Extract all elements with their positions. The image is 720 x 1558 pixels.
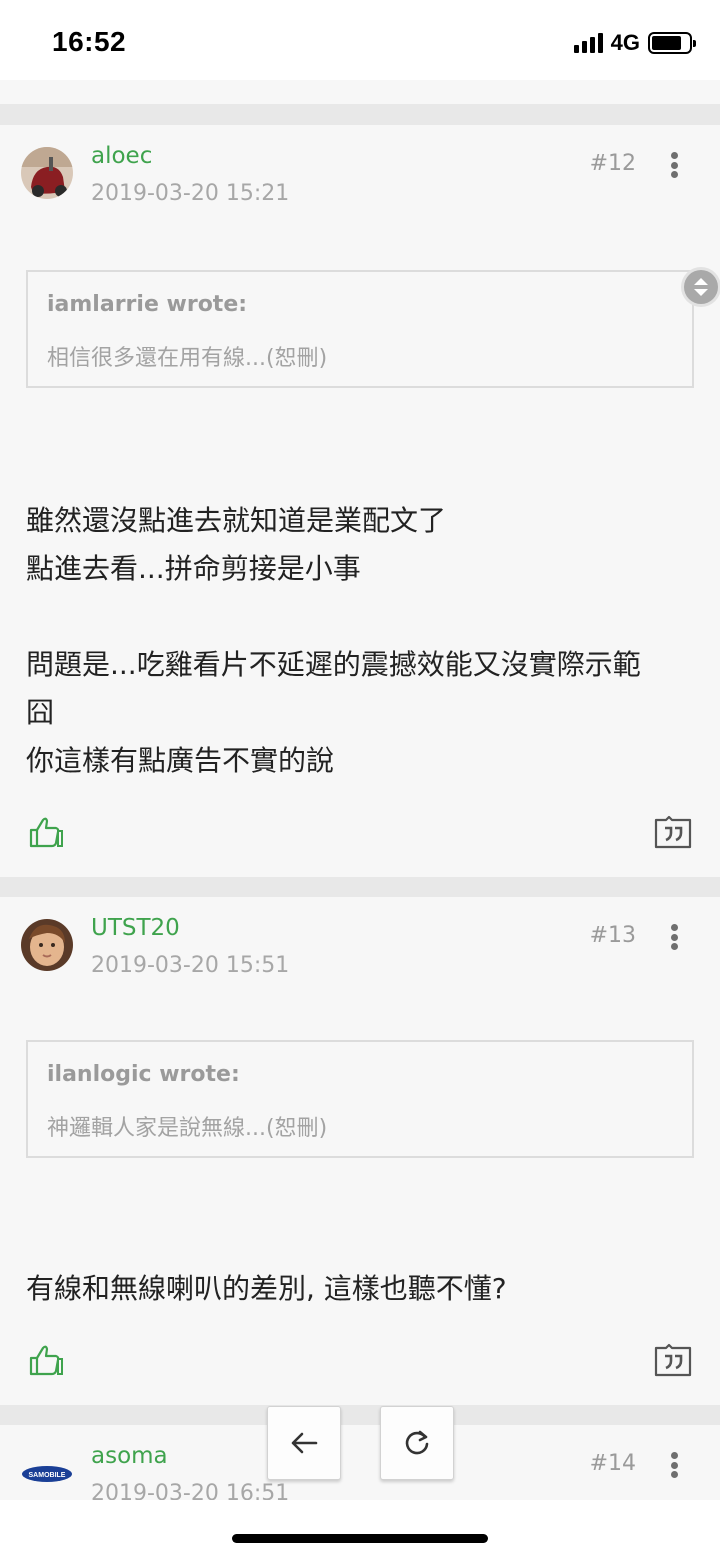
post-card: SAMOBILE asoma 2019-03-20 16:51 #14 [0, 1425, 720, 1500]
refresh-icon [405, 1430, 429, 1455]
user-avatar[interactable]: SAMOBILE [21, 1447, 73, 1499]
quote-author: iamlarrie wrote: [47, 292, 248, 317]
user-avatar[interactable] [21, 147, 73, 199]
scroll-handle[interactable] [684, 270, 718, 304]
refresh-button[interactable] [380, 1406, 454, 1480]
network-label: 4G [610, 30, 640, 55]
username[interactable]: UTST20 [91, 915, 180, 941]
post-divider [0, 877, 720, 897]
bottom-bar [0, 1500, 720, 1558]
post-card: aloec 2019-03-20 15:21 #12 iamlarrie wro… [0, 125, 720, 877]
thumbs-up-icon[interactable] [28, 1343, 64, 1377]
post-divider [0, 80, 720, 125]
home-indicator[interactable] [232, 1534, 488, 1543]
signal-icon [573, 33, 603, 53]
quote-text: 相信很多還在用有線...(恕刪) [47, 346, 328, 371]
more-vertical-icon[interactable] [666, 1449, 682, 1481]
username[interactable]: aloec [91, 143, 152, 169]
post-content: 雖然還沒點進去就知道是業配文了 點進去看...拼命剪接是小事 問題是...吃雞看… [26, 504, 641, 777]
quote-block[interactable]: ilanlogic wrote: 神邏輯人家是說無線...(恕刪) [26, 1040, 694, 1158]
username[interactable]: asoma [91, 1443, 168, 1469]
post-timestamp: 2019-03-20 15:51 [91, 953, 290, 978]
quote-reply-icon[interactable] [654, 1343, 692, 1377]
post-content: 有線和無線喇叭的差別, 這樣也聽不懂? [26, 1272, 507, 1305]
quote-reply-icon[interactable] [654, 815, 692, 849]
status-bar: 16:52 4G [0, 0, 720, 80]
reply-feed[interactable]: aloec 2019-03-20 15:21 #12 iamlarrie wro… [0, 80, 720, 1500]
post-divider [0, 1405, 720, 1425]
quote-author: ilanlogic wrote: [47, 1062, 240, 1087]
status-indicators: 4G [573, 30, 696, 56]
post-card: UTST20 2019-03-20 15:51 #13 ilanlogic wr… [0, 897, 720, 1405]
thumbs-up-icon[interactable] [28, 815, 64, 849]
quote-text: 神邏輯人家是說無線...(恕刪) [47, 1116, 328, 1141]
floor-number: #12 [589, 151, 636, 176]
user-avatar[interactable] [21, 919, 73, 971]
avatar-logo-text: SAMOBILE [29, 1472, 66, 1479]
quote-block[interactable]: iamlarrie wrote: 相信很多還在用有線...(恕刪) [26, 270, 694, 388]
more-vertical-icon[interactable] [666, 921, 682, 953]
arrow-left-icon [291, 1432, 318, 1454]
floor-number: #13 [589, 923, 636, 948]
floor-number: #14 [589, 1451, 636, 1476]
battery-icon [648, 32, 696, 54]
status-time: 16:52 [52, 26, 127, 57]
back-button[interactable] [267, 1406, 341, 1480]
more-vertical-icon[interactable] [666, 149, 682, 181]
post-timestamp: 2019-03-20 15:21 [91, 181, 290, 206]
post-timestamp: 2019-03-20 16:51 [91, 1481, 290, 1500]
